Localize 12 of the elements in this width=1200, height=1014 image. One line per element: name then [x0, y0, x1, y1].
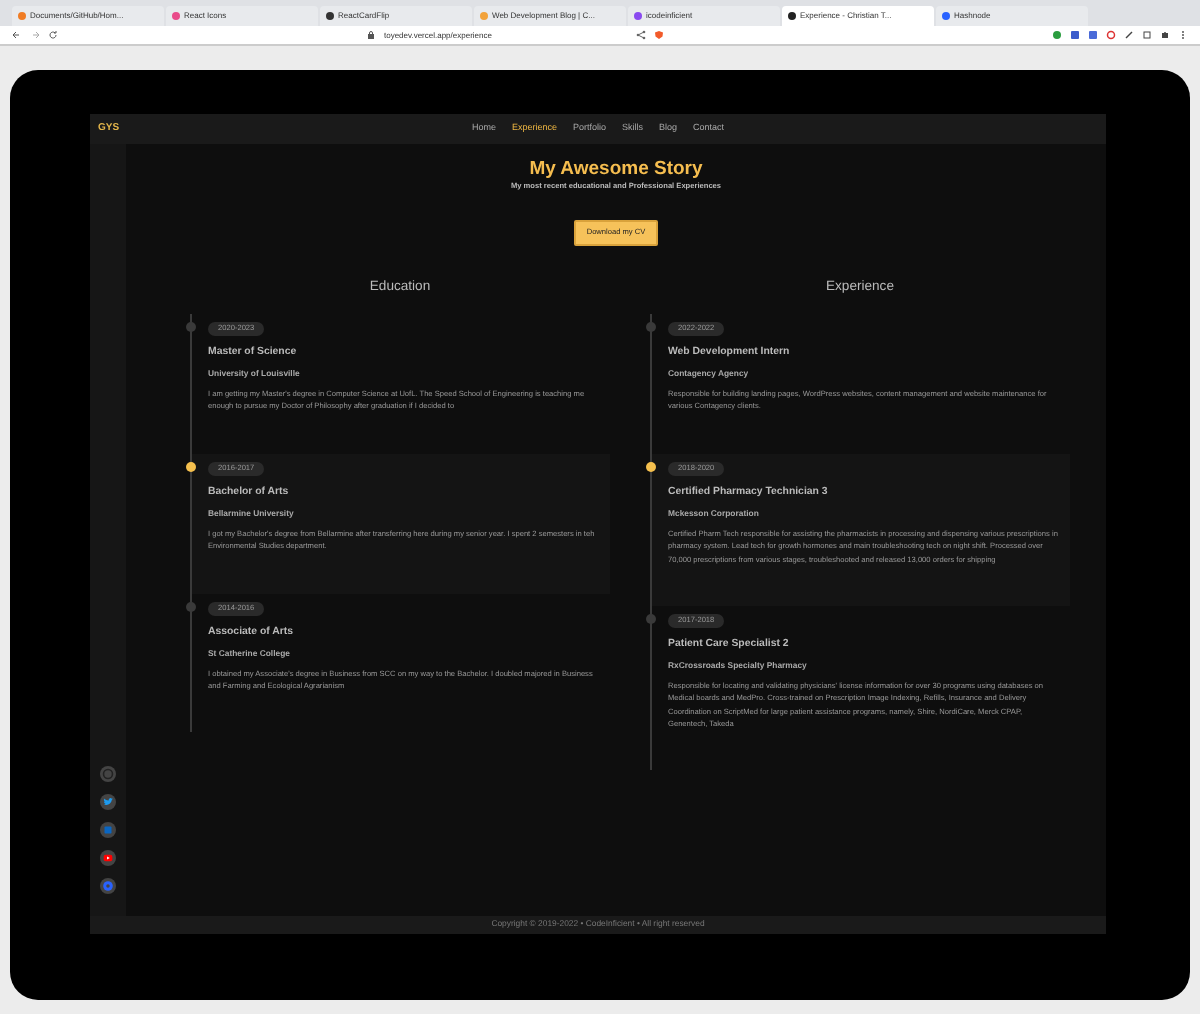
- extension-icon[interactable]: [1142, 30, 1152, 40]
- linkedin-icon[interactable]: [100, 822, 116, 838]
- back-icon[interactable]: [12, 30, 22, 40]
- reload-icon[interactable]: [48, 30, 58, 40]
- share-icon[interactable]: [636, 30, 646, 40]
- shield-icon[interactable]: [654, 30, 664, 40]
- lock-icon: [366, 30, 376, 40]
- hashnode-icon[interactable]: [100, 878, 116, 894]
- page-title: My Awesome Story: [527, 158, 705, 182]
- youtube-icon[interactable]: [100, 850, 116, 866]
- twitter-icon[interactable]: [100, 794, 116, 810]
- pen-icon[interactable]: [1124, 30, 1134, 40]
